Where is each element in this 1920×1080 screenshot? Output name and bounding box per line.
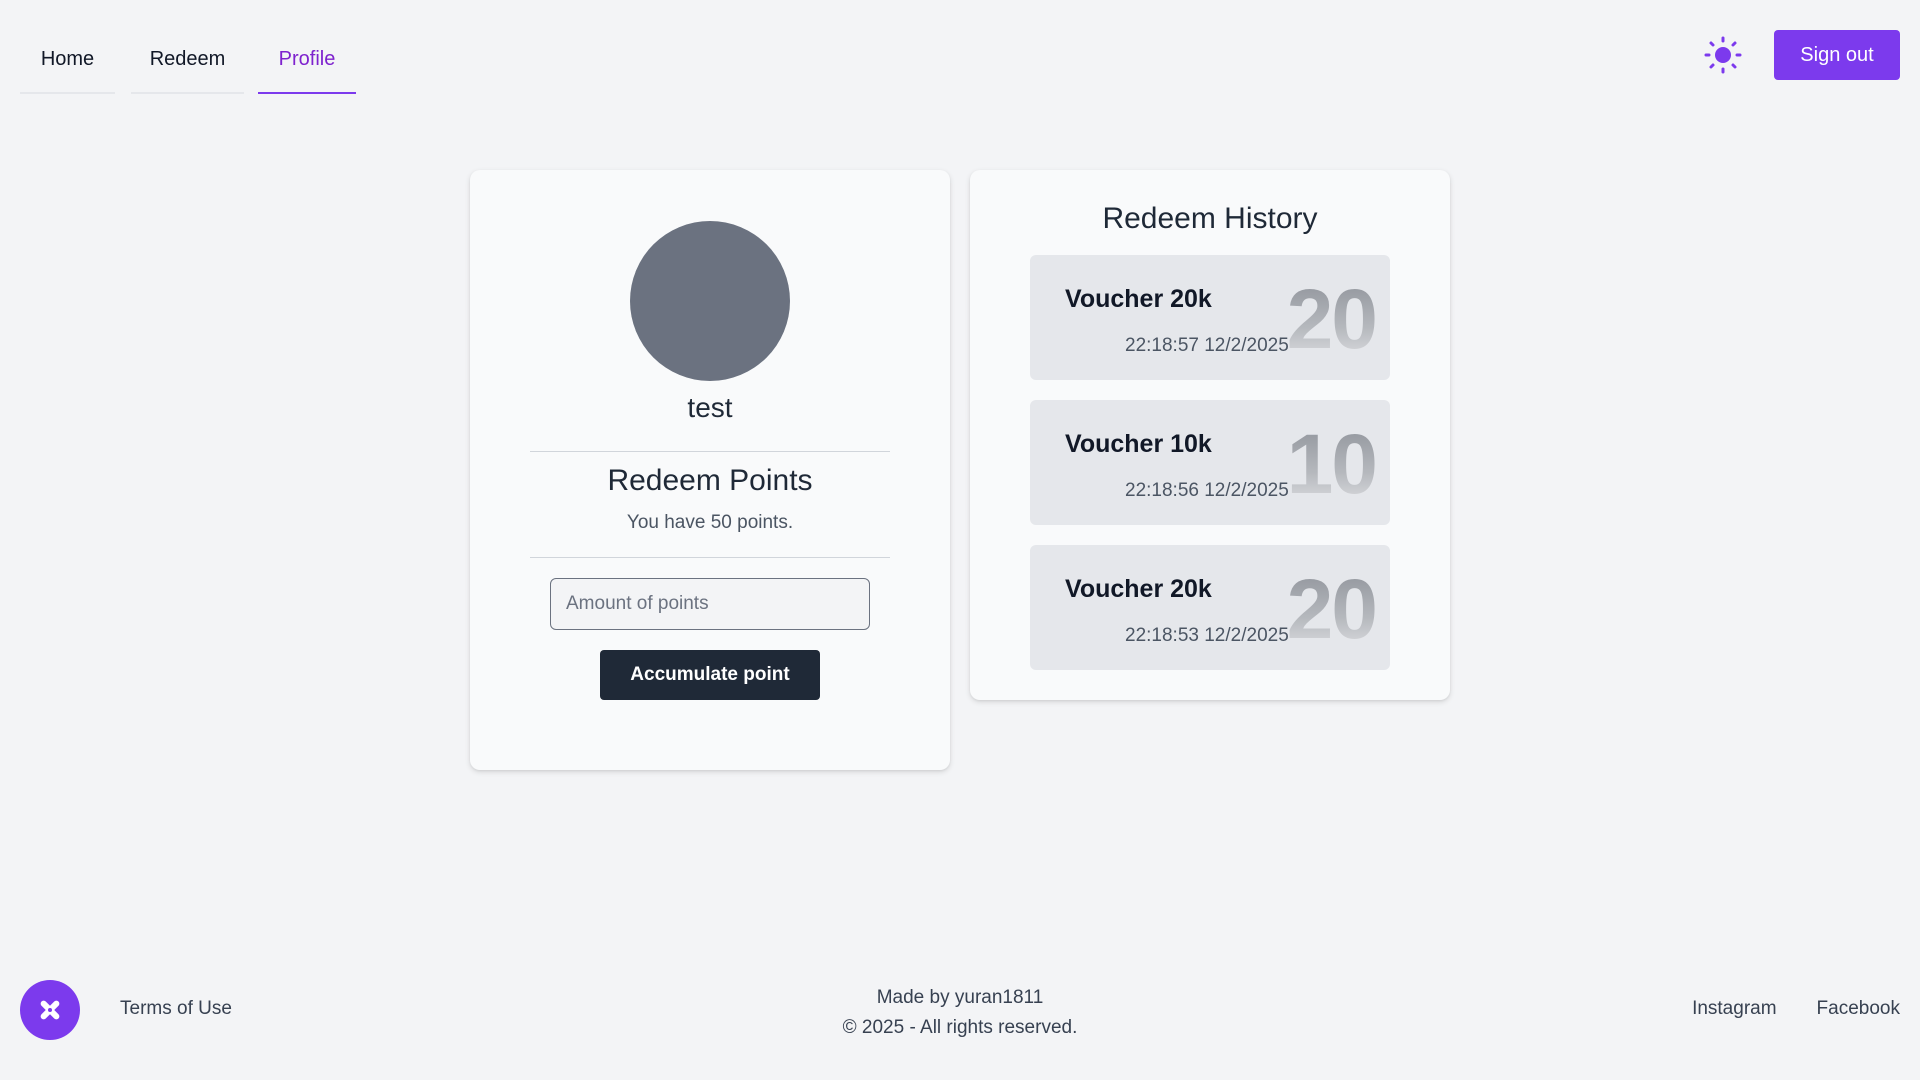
redeem-timestamp: 22:18:57 12/2/2025 <box>1125 335 1289 356</box>
page: Home Redeem Profile Sign out test Redeem… <box>0 0 1920 1080</box>
brand-logo-glyph <box>40 1000 60 1020</box>
instagram-link[interactable]: Instagram <box>1692 998 1776 1020</box>
history-item: 20 Voucher 20k 22:18:53 12/2/2025 <box>1030 545 1390 670</box>
sun-icon <box>1704 36 1742 74</box>
copyright-text: © 2025 - All rights reserved. <box>842 1017 1078 1038</box>
redeem-timestamp: 22:18:53 12/2/2025 <box>1125 625 1289 646</box>
voucher-name: Voucher 20k <box>1065 575 1212 603</box>
accumulate-point-button[interactable]: Accumulate point <box>600 650 820 700</box>
history-item: 20 Voucher 20k 22:18:57 12/2/2025 <box>1030 255 1390 380</box>
avatar <box>630 221 790 381</box>
voucher-value-watermark: 20 <box>1286 272 1378 366</box>
top-nav: Home Redeem Profile <box>20 26 356 94</box>
voucher-value-watermark: 20 <box>1286 562 1378 656</box>
terms-of-use-link[interactable]: Terms of Use <box>120 998 232 1020</box>
points-balance-text: You have 50 points. <box>626 512 794 533</box>
redeem-history-list: 20 Voucher 20k 22:18:57 12/2/2025 10 Vou… <box>1030 255 1390 690</box>
redeem-history-title: Redeem History <box>1102 202 1318 235</box>
history-item: 10 Voucher 10k 22:18:56 12/2/2025 <box>1030 400 1390 525</box>
theme-toggle-button[interactable] <box>1703 35 1743 75</box>
voucher-value-watermark: 10 <box>1286 417 1378 511</box>
redeem-timestamp: 22:18:56 12/2/2025 <box>1125 480 1289 501</box>
brand-logo-icon[interactable] <box>20 980 80 1040</box>
points-amount-input[interactable] <box>550 578 870 630</box>
made-by-text: Made by yuran1811 <box>876 987 1044 1008</box>
username: test <box>687 392 733 423</box>
social-links: Instagram Facebook <box>1692 998 1900 1020</box>
tab-profile[interactable]: Profile <box>258 26 356 94</box>
redeem-history-card: Redeem History 20 Voucher 20k 22:18:57 1… <box>970 170 1450 700</box>
tab-home[interactable]: Home <box>20 26 115 94</box>
voucher-name: Voucher 10k <box>1065 430 1212 458</box>
divider <box>530 557 890 558</box>
redeem-points-title: Redeem Points <box>607 464 813 497</box>
divider <box>530 451 890 452</box>
facebook-link[interactable]: Facebook <box>1817 998 1900 1020</box>
voucher-name: Voucher 20k <box>1065 285 1212 313</box>
footer-credits: Made by yuran1811 © 2025 - All rights re… <box>760 983 1160 1043</box>
tab-redeem[interactable]: Redeem <box>131 26 244 94</box>
sign-out-button[interactable]: Sign out <box>1774 30 1900 80</box>
profile-card: test Redeem Points You have 50 points. A… <box>470 170 950 770</box>
